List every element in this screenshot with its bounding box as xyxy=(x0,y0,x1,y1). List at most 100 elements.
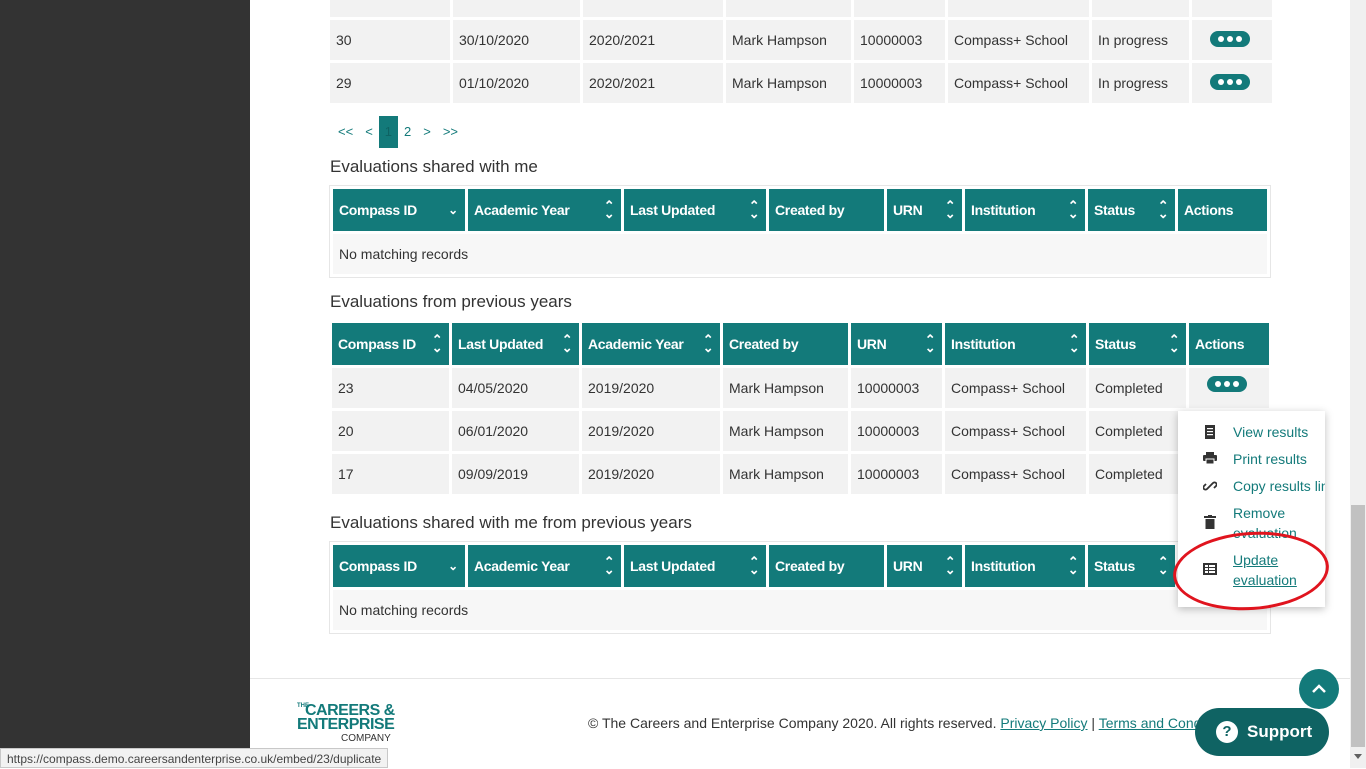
compass-id-cell: 17 xyxy=(332,454,449,494)
question-icon: ? xyxy=(1216,721,1238,743)
support-button[interactable]: ? Support xyxy=(1195,708,1329,756)
no-records-message: No matching records xyxy=(333,590,1267,630)
table-row[interactable]: 29 01/10/2020 2020/2021 Mark Hampson 100… xyxy=(330,63,1272,103)
sort-icon: ⌃ ⌄ xyxy=(1168,332,1180,355)
urn-cell: 10000003 xyxy=(851,454,942,494)
institution-cell: Compass+ School xyxy=(945,454,1086,494)
no-records-message: No matching records xyxy=(333,234,1267,274)
table-row: No matching records xyxy=(333,590,1267,630)
header-created-by[interactable]: Created by xyxy=(769,189,884,231)
header-created-by[interactable]: Created by xyxy=(723,323,848,365)
header-academic-year[interactable]: Academic Year ⌃ ⌄ xyxy=(468,545,621,587)
sidebar xyxy=(0,0,250,768)
privacy-policy-link[interactable]: Privacy Policy xyxy=(1000,715,1087,731)
scrollbar-thumb[interactable] xyxy=(1351,505,1365,747)
header-compass-id[interactable]: Compass ID ⌄ xyxy=(333,545,465,587)
next-page-link[interactable]: > xyxy=(417,116,437,148)
first-page-link[interactable]: << xyxy=(332,116,359,148)
last-updated-cell: 04/05/2020 xyxy=(452,368,579,408)
status-cell: In progress xyxy=(1092,63,1189,103)
last-updated-cell: 09/09/2019 xyxy=(452,454,579,494)
header-academic-year[interactable]: Academic Year ⌃ ⌄ xyxy=(468,189,621,231)
more-actions-button[interactable] xyxy=(1210,73,1250,90)
table-row[interactable]: 23 04/05/2020 2019/2020 Mark Hampson 100… xyxy=(332,368,1269,408)
previous-page-link[interactable]: < xyxy=(359,116,379,148)
sort-icon: ⌃ ⌄ xyxy=(1067,554,1079,577)
table-row xyxy=(330,0,1272,17)
header-compass-id[interactable]: Compass ID ⌃ ⌄ xyxy=(332,323,449,365)
compass-id-cell: 23 xyxy=(332,368,449,408)
sort-icon: ⌃ ⌄ xyxy=(1067,198,1079,221)
created-by-cell: Mark Hampson xyxy=(723,368,848,408)
actions-cell xyxy=(1192,63,1272,103)
chevron-down-icon: ⌄ xyxy=(448,203,458,217)
header-last-updated[interactable]: Last Updated ⌃ ⌄ xyxy=(624,545,766,587)
shared-previous-evaluations-table: Compass ID ⌄ Academic Year ⌃ ⌄ Last Updated… xyxy=(329,541,1271,634)
scroll-down-icon[interactable] xyxy=(1354,754,1362,759)
sort-icon: ⌃ ⌄ xyxy=(924,332,936,355)
compass-id-cell: 29 xyxy=(330,63,450,103)
more-actions-button[interactable] xyxy=(1210,30,1250,47)
urn-cell: 10000003 xyxy=(854,63,945,103)
sort-icon: ⌃ ⌄ xyxy=(431,332,443,355)
actions-cell xyxy=(1192,20,1272,60)
status-cell: Completed xyxy=(1089,368,1186,408)
institution-cell: Compass+ School xyxy=(945,411,1086,451)
shared-previous-evaluations-title: Evaluations shared with me from previous… xyxy=(330,513,692,532)
sort-icon: ⌃ ⌄ xyxy=(1157,554,1169,577)
sort-icon: ⌃ ⌄ xyxy=(603,198,615,221)
table-row: No matching records xyxy=(333,234,1267,274)
urn-cell: 10000003 xyxy=(851,411,942,451)
browser-status-url: https://compass.demo.careersandenterpris… xyxy=(0,748,389,768)
sort-icon: ⌃ ⌄ xyxy=(702,332,714,355)
page-link-1[interactable]: 1 xyxy=(378,116,399,148)
previous-evaluations-table: Compass ID ⌃ ⌄ Last Updated ⌃ ⌄ Academic Yea… xyxy=(329,320,1272,497)
page-link-2[interactable]: 2 xyxy=(398,116,417,148)
last-updated-cell: 06/01/2020 xyxy=(452,411,579,451)
more-actions-button[interactable] xyxy=(1207,375,1247,392)
sort-icon: ⌃ ⌄ xyxy=(603,554,615,577)
header-urn[interactable]: URN ⌃ ⌄ xyxy=(887,189,962,231)
table-row[interactable]: 30 30/10/2020 2020/2021 Mark Hampson 100… xyxy=(330,20,1272,60)
created-by-cell: Mark Hampson xyxy=(723,454,848,494)
sort-icon: ⌃ ⌄ xyxy=(748,554,760,577)
urn-cell: 10000003 xyxy=(851,368,942,408)
header-institution[interactable]: Institution ⌃ ⌄ xyxy=(945,323,1086,365)
table-row[interactable]: 17 09/09/2019 2019/2020 Mark Hampson 100… xyxy=(332,454,1269,494)
institution-cell: Compass+ School xyxy=(945,368,1086,408)
last-page-link[interactable]: >> xyxy=(437,116,464,148)
back-to-top-button[interactable] xyxy=(1299,669,1339,709)
header-compass-id[interactable]: Compass ID ⌄ xyxy=(333,189,465,231)
shared-evaluations-title: Evaluations shared with me xyxy=(330,157,538,176)
sort-icon: ⌃ ⌄ xyxy=(748,198,760,221)
header-academic-year[interactable]: Academic Year ⌃ ⌄ xyxy=(582,323,720,365)
academic-year-cell: 2019/2020 xyxy=(582,411,720,451)
header-institution[interactable]: Institution ⌃ ⌄ xyxy=(965,189,1085,231)
header-actions: Actions xyxy=(1189,323,1269,365)
previous-evaluations-title: Evaluations from previous years xyxy=(330,292,572,311)
header-status[interactable]: Status ⌃ ⌄ xyxy=(1088,545,1175,587)
academic-year-cell: 2019/2020 xyxy=(582,454,720,494)
table-row[interactable]: 20 06/01/2020 2019/2020 Mark Hampson 100… xyxy=(332,411,1269,451)
institution-cell: Compass+ School xyxy=(948,20,1089,60)
page-scrollbar[interactable] xyxy=(1350,0,1366,768)
header-urn[interactable]: URN ⌃ ⌄ xyxy=(887,545,962,587)
table-header: Compass ID ⌄ Academic Year ⌃ ⌄ Last Updated… xyxy=(333,189,1267,231)
actions-cell xyxy=(1189,368,1269,408)
header-urn[interactable]: URN ⌃ ⌄ xyxy=(851,323,942,365)
table-header: Compass ID ⌄ Academic Year ⌃ ⌄ Last Updated… xyxy=(333,545,1267,587)
header-institution[interactable]: Institution ⌃ ⌄ xyxy=(965,545,1085,587)
sort-icon: ⌃ ⌄ xyxy=(561,332,573,355)
header-status[interactable]: Status ⌃ ⌄ xyxy=(1088,189,1175,231)
date-cell: 01/10/2020 xyxy=(453,63,580,103)
footer-copyright: © The Careers and Enterprise Company 202… xyxy=(588,715,1235,731)
header-created-by[interactable]: Created by xyxy=(769,545,884,587)
header-actions: Actions xyxy=(1178,189,1267,231)
link-icon xyxy=(1202,479,1218,493)
table-header: Compass ID ⌃ ⌄ Last Updated ⌃ ⌄ Academic Yea… xyxy=(332,323,1269,365)
header-last-updated[interactable]: Last Updated ⌃ ⌄ xyxy=(624,189,766,231)
header-last-updated[interactable]: Last Updated ⌃ ⌄ xyxy=(452,323,579,365)
pagination: << < 1 2 > >> xyxy=(332,116,464,148)
header-status[interactable]: Status ⌃ ⌄ xyxy=(1089,323,1186,365)
chevron-down-icon: ⌄ xyxy=(448,559,458,573)
